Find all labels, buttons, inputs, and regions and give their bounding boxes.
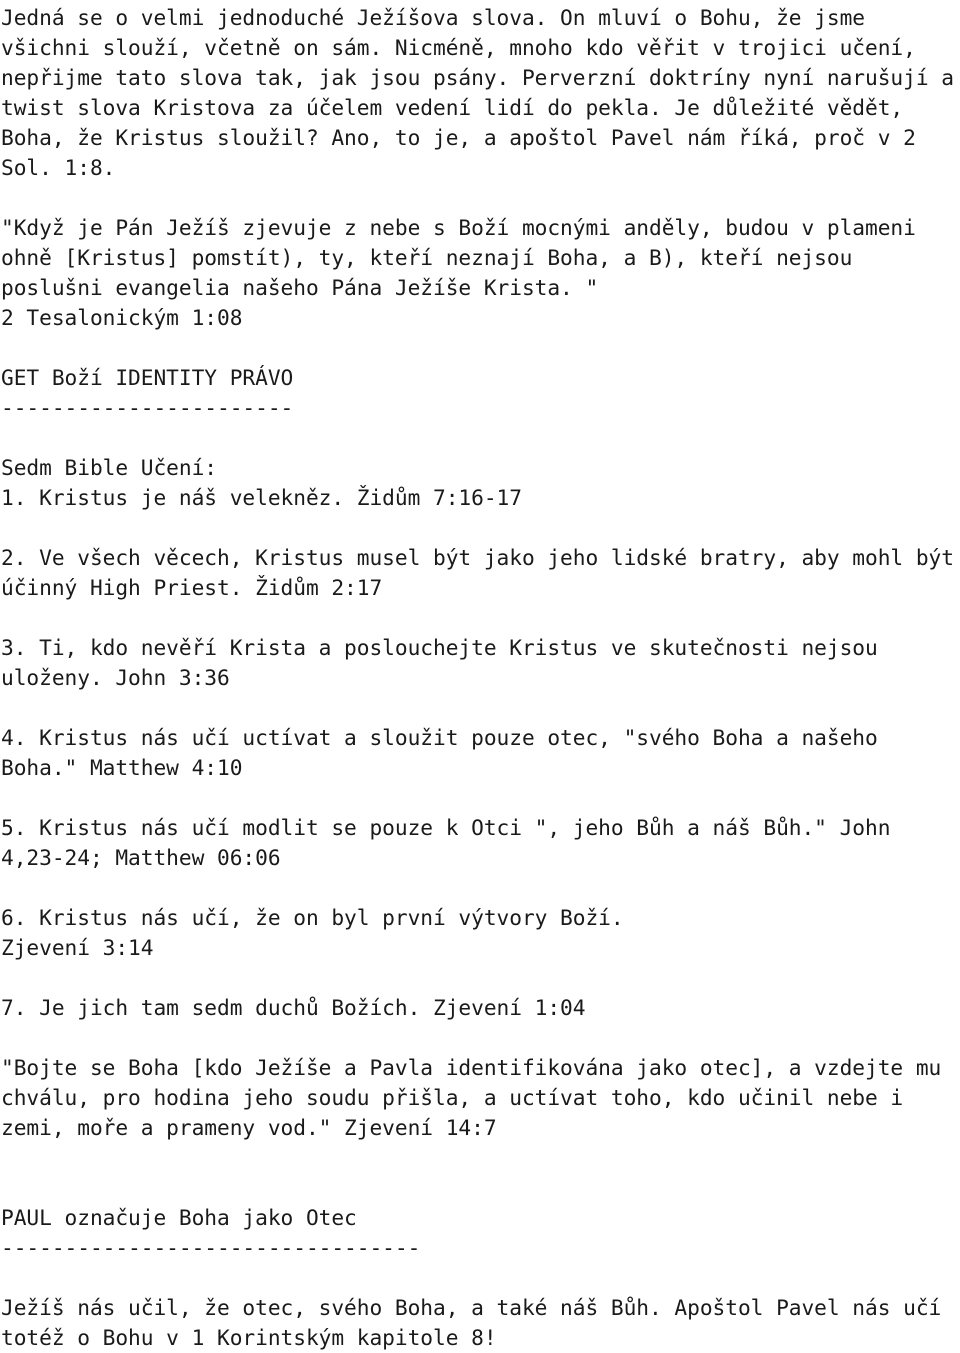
- text-line: Sedm Bible Učení:: [1, 455, 218, 480]
- text-line: Ježíš nás učil, že otec, svého Boha, a t…: [1, 1295, 942, 1320]
- text-line: 6. Kristus nás učí, že on byl první výtv…: [1, 905, 624, 930]
- document-text-body: Jedná se o velmi jednoduché Ježíšova slo…: [0, 0, 960, 1353]
- text-line: "Když je Pán Ježíš zjevuje z nebe s Boží…: [1, 215, 916, 240]
- text-line: 4,23-24; Matthew 06:06: [1, 845, 281, 870]
- text-line: 3. Ti, kdo nevěří Krista a poslouchejte …: [1, 635, 878, 660]
- text-line: PAUL označuje Boha jako Otec: [1, 1205, 357, 1230]
- text-line: ohně [Kristus] pomstít), ty, kteří nezna…: [1, 245, 853, 270]
- text-line: nepřijme tato slova tak, jak jsou psány.…: [1, 65, 954, 90]
- text-line: zemi, moře a prameny vod." Zjevení 14:7: [1, 1115, 497, 1140]
- text-line: Zjevení 3:14: [1, 935, 154, 960]
- text-line: GET Boží IDENTITY PRÁVO: [1, 365, 294, 390]
- text-line: Jedná se o velmi jednoduché Ježíšova slo…: [1, 5, 866, 30]
- separator-rule: ---------------------------------: [1, 1235, 421, 1260]
- text-line: 1. Kristus je náš velekněz. Židům 7:16-1…: [1, 485, 522, 510]
- text-line: všichni slouží, včetně on sám. Nicméně, …: [1, 35, 916, 60]
- text-line: 5. Kristus nás učí modlit se pouze k Otc…: [1, 815, 891, 840]
- text-line: "Bojte se Boha [kdo Ježíše a Pavla ident…: [1, 1055, 942, 1080]
- text-line: Sol. 1:8.: [1, 155, 116, 180]
- text-line: totéž o Bohu v 1 Korintským kapitole 8!: [1, 1325, 497, 1350]
- text-line: 7. Je jich tam sedm duchů Božích. Zjeven…: [1, 995, 586, 1020]
- text-line: poslušni evangelia našeho Pána Ježíše Kr…: [1, 275, 599, 300]
- text-line: Boha." Matthew 4:10: [1, 755, 243, 780]
- document-page: Jedná se o velmi jednoduché Ježíšova slo…: [0, 0, 960, 1353]
- text-line: twist slova Kristova za účelem vedení li…: [1, 95, 904, 120]
- text-line: 2. Ve všech věcech, Kristus musel být ja…: [1, 545, 954, 570]
- text-line: uloženy. John 3:36: [1, 665, 230, 690]
- text-line: chválu, pro hodina jeho soudu přišla, a …: [1, 1085, 904, 1110]
- text-line: 4. Kristus nás učí uctívat a sloužit pou…: [1, 725, 878, 750]
- text-line: Boha, že Kristus sloužil? Ano, to je, a …: [1, 125, 916, 150]
- separator-rule: -----------------------: [1, 395, 294, 420]
- text-line: 2 Tesalonickým 1:08: [1, 305, 243, 330]
- text-line: účinný High Priest. Židům 2:17: [1, 575, 383, 600]
